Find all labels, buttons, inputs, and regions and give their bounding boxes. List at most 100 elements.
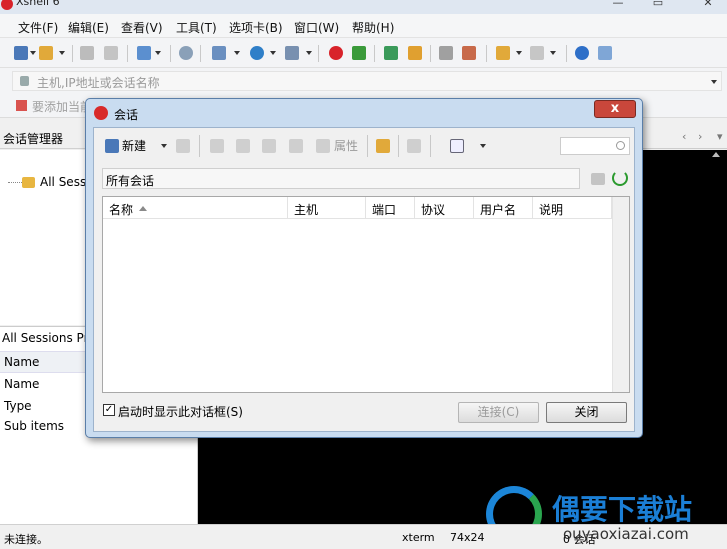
properties-header: All Sessions Pr	[2, 331, 89, 345]
session-dialog: 会话 x 新建 属性 所有会话 名称 主机 端口 协议 用户名 说明 ✓ 启动时…	[85, 98, 643, 438]
menu-tabs[interactable]: 选项卡(B)	[229, 19, 283, 36]
column-name[interactable]: 名称	[103, 197, 288, 219]
help-icon[interactable]	[575, 46, 589, 60]
menu-window[interactable]: 窗口(W)	[294, 19, 339, 36]
properties-dropdown-icon[interactable]	[155, 51, 161, 55]
dialog-title: 会话	[114, 108, 139, 122]
lock-icon[interactable]	[408, 46, 422, 60]
tab-menu-icon[interactable]: ▾	[717, 130, 723, 143]
properties-icon[interactable]	[137, 46, 151, 60]
window-close-button[interactable]: ✕	[690, 0, 726, 9]
status-connection: 未连接。	[4, 533, 48, 546]
plus-folder-icon[interactable]	[496, 46, 510, 60]
plus-folder-dropdown-icon[interactable]	[516, 51, 522, 55]
session-list-header: 名称 主机 端口 协议 用户名 说明	[103, 197, 629, 219]
search-icon[interactable]	[179, 46, 193, 60]
watermark-brand: 偶要下载站	[552, 493, 693, 526]
chat-icon[interactable]	[598, 46, 612, 60]
scroll-up-icon[interactable]	[712, 152, 720, 157]
xshell-icon	[94, 106, 108, 120]
connect-icon[interactable]	[80, 46, 94, 60]
links-hint: 要添加当前	[32, 100, 93, 114]
properties-icon	[316, 139, 330, 153]
session-list-scrollbar[interactable]	[612, 197, 629, 392]
session-path[interactable]: 所有会话	[102, 168, 580, 189]
xshell-icon[interactable]	[329, 46, 343, 60]
view-dropdown-icon[interactable]	[480, 144, 486, 148]
cut-icon	[210, 139, 224, 153]
column-label: 用户名	[480, 203, 517, 217]
layout-dropdown-icon[interactable]	[550, 51, 556, 55]
flag-icon	[16, 100, 27, 111]
transfer-icon[interactable]	[212, 46, 226, 60]
transfer-dropdown-icon[interactable]	[234, 51, 240, 55]
column-label: 名称	[109, 203, 134, 217]
fullscreen-icon[interactable]	[384, 46, 398, 60]
column-protocol[interactable]: 协议	[415, 197, 474, 219]
globe-dropdown-icon[interactable]	[270, 51, 276, 55]
disconnect-icon[interactable]	[104, 46, 118, 60]
properties-row-label: Type	[4, 399, 32, 413]
properties-button: 属性	[334, 139, 359, 153]
close-button[interactable]: 关闭	[546, 402, 627, 423]
window-title: Xshell 6	[16, 0, 60, 8]
session-path-text: 所有会话	[106, 174, 155, 188]
dialog-body: 新建 属性 所有会话 名称 主机 端口 协议 用户名 说明 ✓ 启动时显示此对话…	[93, 127, 635, 432]
column-label: 说明	[539, 203, 564, 217]
minimize-button[interactable]: —	[600, 0, 636, 9]
folder-icon[interactable]	[376, 139, 390, 153]
open-folder-icon[interactable]	[39, 46, 53, 60]
highlight-icon[interactable]	[462, 46, 476, 60]
dialog-close-button[interactable]: x	[594, 100, 636, 118]
new-session-dropdown-icon[interactable]	[30, 51, 36, 55]
session-manager-title: 会话管理器	[3, 132, 64, 146]
dialog-toolbar: 新建 属性	[94, 128, 634, 164]
new-button[interactable]: 新建	[122, 137, 146, 155]
tab-nav: ‹ › ▾	[642, 127, 727, 149]
column-host[interactable]: 主机	[288, 197, 366, 219]
properties-row-label: Sub items	[4, 419, 65, 433]
connect-button[interactable]: 连接(C)	[458, 402, 539, 423]
session-list[interactable]: 名称 主机 端口 协议 用户名 说明	[102, 196, 630, 393]
show-on-startup-label[interactable]: 启动时显示此对话框(S)	[118, 403, 243, 420]
keyboard-icon[interactable]	[439, 46, 453, 60]
window-titlebar: Xshell 6 — ▭ ✕	[0, 0, 727, 14]
column-port[interactable]: 端口	[366, 197, 415, 219]
properties-row-label: Name	[4, 377, 40, 391]
host-dropdown-icon[interactable]	[711, 80, 717, 84]
show-on-startup-checkbox[interactable]: ✓	[103, 404, 115, 416]
host-placeholder: 主机,IP地址或会话名称	[37, 76, 160, 90]
menu-edit[interactable]: 编辑(E)	[68, 19, 109, 36]
menu-tools[interactable]: 工具(T)	[176, 19, 217, 36]
save-icon	[176, 139, 190, 153]
font-dropdown-icon[interactable]	[306, 51, 312, 55]
column-username[interactable]: 用户名	[474, 197, 533, 219]
folder-icon	[22, 177, 35, 188]
tab-prev-icon[interactable]: ‹	[682, 130, 686, 143]
menu-view[interactable]: 查看(V)	[121, 19, 163, 36]
globe-icon[interactable]	[250, 46, 264, 60]
new-dropdown-icon[interactable]	[161, 144, 167, 148]
new-session-icon[interactable]	[14, 46, 28, 60]
search-icon	[616, 141, 625, 150]
refresh-icon[interactable]	[612, 170, 628, 186]
copy-icon	[236, 139, 250, 153]
tab-next-icon[interactable]: ›	[698, 130, 702, 143]
open-dropdown-icon[interactable]	[59, 51, 65, 55]
menu-file[interactable]: 文件(F)	[18, 19, 58, 36]
column-label: 协议	[421, 203, 446, 217]
maximize-button[interactable]: ▭	[640, 0, 676, 9]
font-icon[interactable]	[285, 46, 299, 60]
column-label: 主机	[294, 203, 319, 217]
column-description[interactable]: 说明	[533, 197, 612, 219]
new-session-icon[interactable]	[105, 139, 119, 153]
menu-help[interactable]: 帮助(H)	[352, 19, 394, 36]
view-icon[interactable]	[450, 139, 464, 153]
main-toolbar	[0, 38, 727, 68]
properties-row-label: Name	[4, 355, 40, 369]
dialog-search-input[interactable]	[560, 137, 630, 155]
address-bar: 主机,IP地址或会话名称	[0, 68, 727, 93]
xftp-icon[interactable]	[352, 46, 366, 60]
host-input[interactable]: 主机,IP地址或会话名称	[12, 71, 722, 91]
layout-icon[interactable]	[530, 46, 544, 60]
